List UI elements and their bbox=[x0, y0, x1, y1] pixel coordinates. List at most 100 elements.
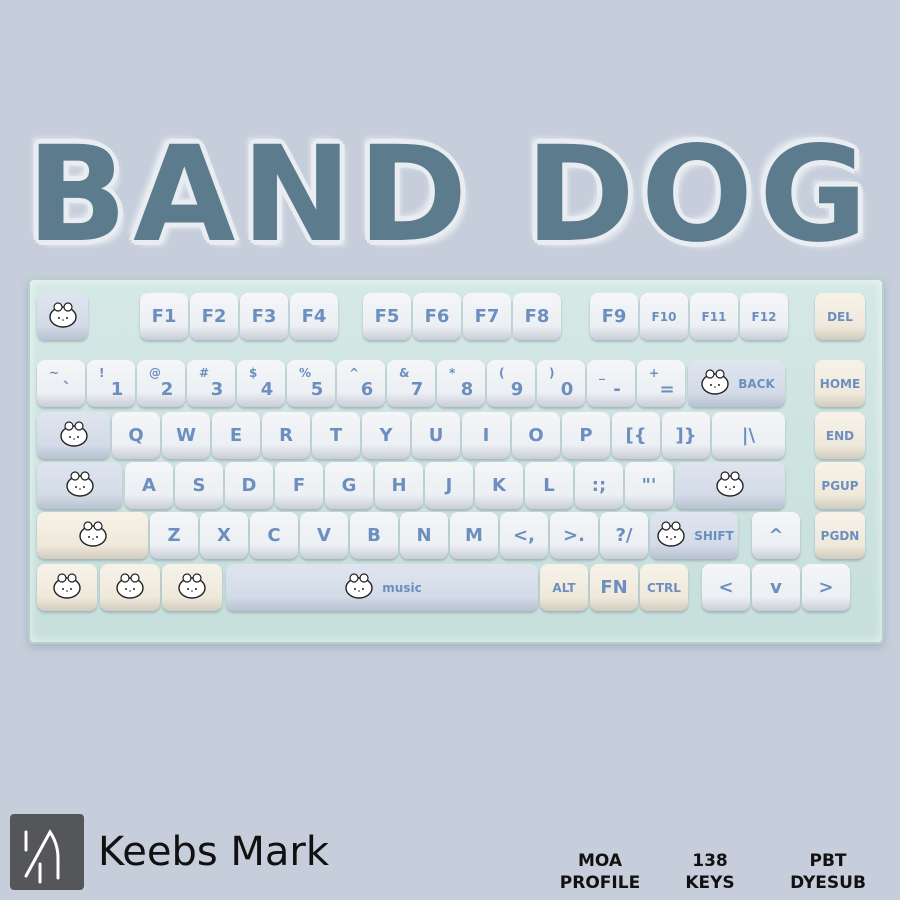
key-l[interactable]: L bbox=[525, 462, 573, 509]
key-legend: F10 bbox=[651, 309, 677, 324]
key-music[interactable]: music bbox=[226, 564, 538, 611]
key-symbol[interactable]: < bbox=[702, 564, 750, 611]
frog-face-icon bbox=[698, 367, 732, 400]
key-symbol[interactable]: "' bbox=[625, 462, 673, 509]
key-symbol[interactable]: >. bbox=[550, 512, 598, 559]
key-home[interactable]: HOME bbox=[815, 360, 865, 407]
key-j[interactable]: J bbox=[425, 462, 473, 509]
key-3[interactable]: #3 bbox=[187, 360, 235, 407]
key-symbol[interactable]: _ - bbox=[587, 360, 635, 407]
key-symbol[interactable]: :; bbox=[575, 462, 623, 509]
key-shift[interactable]: SHIFT bbox=[650, 512, 738, 559]
key-back[interactable]: BACK bbox=[688, 360, 785, 407]
key-f10[interactable]: F10 bbox=[640, 293, 688, 340]
key-o[interactable]: O bbox=[512, 412, 560, 459]
key-f8[interactable]: F8 bbox=[513, 293, 561, 340]
key-legend: A bbox=[142, 475, 156, 496]
key-shift-legend: % bbox=[299, 366, 312, 380]
key-f2[interactable]: F2 bbox=[190, 293, 238, 340]
key-f1[interactable]: F1 bbox=[140, 293, 188, 340]
key-legend: E bbox=[229, 425, 243, 446]
key-f12[interactable]: F12 bbox=[740, 293, 788, 340]
dog-face-icon bbox=[57, 419, 91, 452]
key-v[interactable]: V bbox=[300, 512, 348, 559]
key-dog-with-bow-icon[interactable] bbox=[37, 462, 122, 509]
key-n[interactable]: N bbox=[400, 512, 448, 559]
key-2[interactable]: @2 bbox=[137, 360, 185, 407]
key-bunny-face-icon[interactable] bbox=[100, 564, 160, 611]
key-alt[interactable]: ALT bbox=[540, 564, 588, 611]
key-f7[interactable]: F7 bbox=[463, 293, 511, 340]
key-e[interactable]: E bbox=[212, 412, 260, 459]
key-h[interactable]: H bbox=[375, 462, 423, 509]
key-f9[interactable]: F9 bbox=[590, 293, 638, 340]
key-symbol[interactable]: [{ bbox=[612, 412, 660, 459]
key-v[interactable]: v bbox=[752, 564, 800, 611]
key-dog-with-bow-icon[interactable] bbox=[162, 564, 222, 611]
key-i[interactable]: I bbox=[462, 412, 510, 459]
dogs-playing-drums-icon bbox=[713, 469, 747, 502]
key-f[interactable]: F bbox=[275, 462, 323, 509]
key-k[interactable]: K bbox=[475, 462, 523, 509]
key-legend: HOME bbox=[819, 376, 861, 391]
key-9[interactable]: (9 bbox=[487, 360, 535, 407]
dog-with-bow-icon bbox=[175, 571, 209, 604]
key-f5[interactable]: F5 bbox=[363, 293, 411, 340]
key-b[interactable]: B bbox=[350, 512, 398, 559]
key-f11[interactable]: F11 bbox=[690, 293, 738, 340]
key-r[interactable]: R bbox=[262, 412, 310, 459]
key-f4[interactable]: F4 bbox=[290, 293, 338, 340]
key-legend: END bbox=[825, 428, 855, 443]
key-symbol[interactable]: |\ bbox=[712, 412, 785, 459]
key-fn[interactable]: FN bbox=[590, 564, 638, 611]
key-4[interactable]: $4 bbox=[237, 360, 285, 407]
key-q[interactable]: Q bbox=[112, 412, 160, 459]
key-0[interactable]: ) 0 bbox=[537, 360, 585, 407]
key-symbol[interactable]: ?/ bbox=[600, 512, 648, 559]
key-del[interactable]: DEL bbox=[815, 293, 865, 340]
key-f6[interactable]: F6 bbox=[413, 293, 461, 340]
key-legend: PGUP bbox=[821, 478, 859, 493]
key-pgdn[interactable]: PGDN bbox=[815, 512, 865, 559]
key-dog-face-icon[interactable] bbox=[37, 412, 110, 459]
key-g[interactable]: G bbox=[325, 462, 373, 509]
key-legend: ]} bbox=[675, 425, 697, 446]
key-s[interactable]: S bbox=[175, 462, 223, 509]
key-t[interactable]: T bbox=[312, 412, 360, 459]
key-m[interactable]: M bbox=[450, 512, 498, 559]
key-5[interactable]: % 5 bbox=[287, 360, 335, 407]
key-symbol[interactable]: ~ ` bbox=[37, 360, 85, 407]
key-legend: music bbox=[382, 580, 422, 595]
dog-face-icon bbox=[50, 571, 84, 604]
key-pgup[interactable]: PGUP bbox=[815, 462, 865, 509]
key-c[interactable]: C bbox=[250, 512, 298, 559]
key-p[interactable]: P bbox=[562, 412, 610, 459]
key-1[interactable]: ! 1 bbox=[87, 360, 135, 407]
key-ctrl[interactable]: CTRL bbox=[640, 564, 688, 611]
key-symbol[interactable]: > bbox=[802, 564, 850, 611]
key-x[interactable]: X bbox=[200, 512, 248, 559]
key-dog-face-icon[interactable] bbox=[37, 293, 88, 340]
key-u[interactable]: U bbox=[412, 412, 460, 459]
key-legend: Z bbox=[167, 525, 181, 546]
key-dogs-playing-drums-icon[interactable] bbox=[675, 462, 785, 509]
key-boombox-icon[interactable] bbox=[37, 512, 148, 559]
key-legend: Q bbox=[128, 425, 144, 446]
key-symbol[interactable]: ]} bbox=[662, 412, 710, 459]
key-z[interactable]: Z bbox=[150, 512, 198, 559]
key-dog-face-icon[interactable] bbox=[37, 564, 97, 611]
key-d[interactable]: D bbox=[225, 462, 273, 509]
key-symbol[interactable]: + = bbox=[637, 360, 685, 407]
key-symbol[interactable]: ^ bbox=[752, 512, 800, 559]
key-end[interactable]: END bbox=[815, 412, 865, 459]
key-w[interactable]: W bbox=[162, 412, 210, 459]
key-legend: 0 bbox=[560, 379, 574, 400]
key-symbol[interactable]: <, bbox=[500, 512, 548, 559]
key-a[interactable]: A bbox=[125, 462, 173, 509]
key-8[interactable]: * 8 bbox=[437, 360, 485, 407]
key-6[interactable]: ^ 6 bbox=[337, 360, 385, 407]
key-y[interactable]: Y bbox=[362, 412, 410, 459]
key-f3[interactable]: F3 bbox=[240, 293, 288, 340]
key-7[interactable]: & 7 bbox=[387, 360, 435, 407]
key-legend: PGDN bbox=[820, 528, 860, 543]
